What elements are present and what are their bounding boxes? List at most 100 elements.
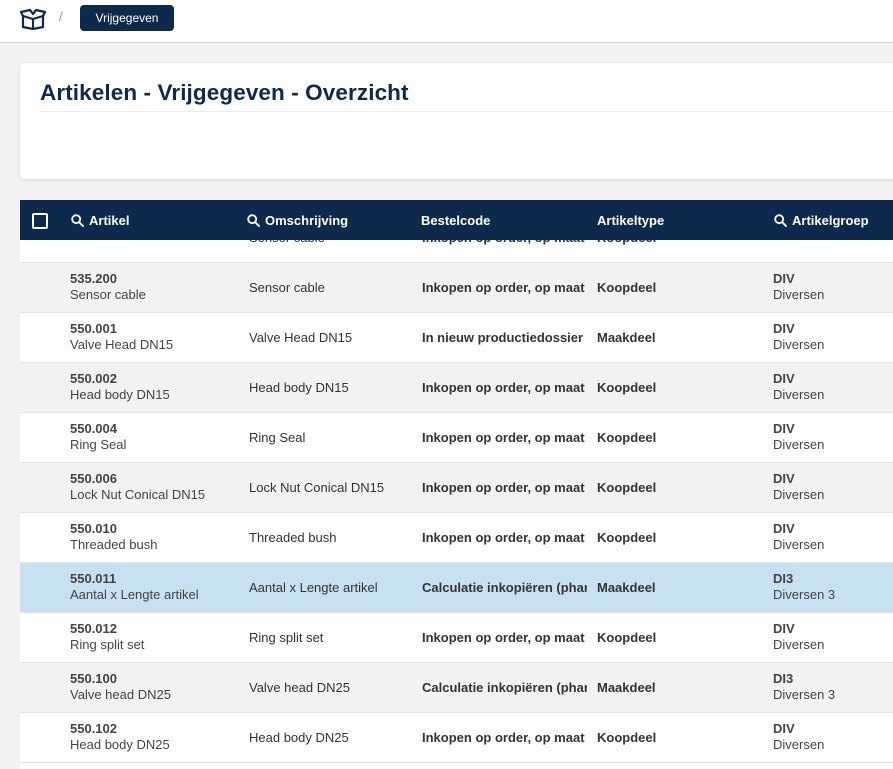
- artikelgroep-cell: DIV Diversen: [773, 421, 893, 453]
- article-name: Head body DN15: [70, 387, 170, 402]
- group-name: Diversen: [773, 437, 825, 452]
- table-row[interactable]: 550.006 Lock Nut Conical DN15 Lock Nut Con…: [20, 463, 893, 513]
- article-cell: 550.001 Valve Head DN15: [70, 321, 240, 353]
- artikeltype-cell: Koopdeel: [597, 530, 657, 545]
- article-code: 550.012: [70, 621, 117, 636]
- article-code: 535.200: [70, 271, 117, 286]
- articles-table: Artikel Omschrijving Bestelcode Artikelt…: [20, 200, 893, 769]
- article-name: Sensor cable: [70, 287, 146, 302]
- article-cell: 535.200 Sensor cable: [70, 271, 240, 303]
- artikeltype-cell: Koopdeel: [597, 730, 657, 745]
- group-name: Diversen: [773, 737, 825, 752]
- table-row[interactable]: 550.011 Aantal x Lengte artikel Aantal x L…: [20, 563, 893, 613]
- search-icon: [71, 213, 84, 227]
- description-cell: Head body DN15: [249, 380, 349, 395]
- group-code: DI3: [773, 671, 794, 686]
- article-name: Valve Head DN15: [70, 337, 174, 352]
- group-name: Diversen: [773, 337, 825, 352]
- table-row[interactable]: 535.200 Sensor cable Sensor cable Inkopen o…: [20, 263, 893, 313]
- article-cell: 550.102 Head body DN25: [70, 721, 240, 753]
- artikeltype-cell: Koopdeel: [597, 240, 747, 262]
- group-code: DIV: [773, 321, 795, 336]
- page-title: Artikelen - Vrijgegeven - Overzicht: [40, 80, 409, 105]
- bestelcode-cell: Calculatie inkopiëren (phanto: [422, 580, 587, 595]
- column-header-artikeltype[interactable]: Artikeltype: [597, 200, 664, 240]
- article-name: Ring Seal: [70, 437, 127, 452]
- article-name: Threaded bush: [70, 537, 158, 552]
- artikelgroep-cell: DIV Diversen: [773, 721, 893, 753]
- search-icon: [247, 213, 260, 227]
- article-code: 550.006: [70, 471, 117, 486]
- article-cell: 550.011 Aantal x Lengte artikel: [70, 571, 240, 603]
- column-label: Artikelgroep: [792, 212, 869, 228]
- article-cell: 550.100 Valve head DN25: [70, 671, 240, 703]
- page-header-card: Artikelen - Vrijgegeven - Overzicht: [20, 63, 893, 179]
- column-label: Artikeltype: [597, 212, 665, 228]
- group-name: Diversen 3: [773, 687, 836, 702]
- artikeltype-cell: Koopdeel: [597, 430, 657, 445]
- column-label: Bestelcode: [421, 212, 491, 228]
- select-all-checkbox[interactable]: [32, 213, 48, 229]
- article-code: 550.102: [70, 721, 117, 736]
- column-header-artikelgroep[interactable]: Artikelgroep: [774, 200, 869, 240]
- article-cell: 550.012 Ring split set: [70, 621, 240, 653]
- description-cell: Sensor cable: [249, 240, 414, 262]
- table-row[interactable]: 550.100 Valve head DN25 Valve head DN25 Cal…: [20, 663, 893, 713]
- table-header: Artikel Omschrijving Bestelcode Artikelt…: [20, 200, 893, 240]
- table-row[interactable]: 550.001 Valve Head DN15 Valve Head DN15 In …: [20, 313, 893, 363]
- bestelcode-cell: Inkopen op order, op maat: [422, 480, 585, 495]
- article-name: Valve head DN25: [70, 687, 171, 702]
- column-header-artikel[interactable]: Artikel: [71, 200, 129, 240]
- bestelcode-cell: Inkopen op order, op maat: [422, 530, 585, 545]
- table-row[interactable]: 550.012 Ring split set Ring split set Inkop…: [20, 613, 893, 663]
- breadcrumb-separator: /: [59, 9, 63, 24]
- table-row[interactable]: Sensor cableSensor cableInkopen op order…: [20, 240, 893, 263]
- group-code: DIV: [773, 371, 795, 386]
- table-row[interactable]: 550.010 Threaded bush Threaded bush Inkopen…: [20, 513, 893, 563]
- top-bar: / Vrijgegeven: [0, 0, 893, 43]
- title-divider: [40, 111, 893, 112]
- group-name: Diversen: [773, 287, 825, 302]
- group-code: DIV: [773, 621, 795, 636]
- description-cell: Sensor cable: [249, 280, 325, 295]
- group-code: DIV: [773, 271, 795, 286]
- article-code: 550.011: [70, 571, 117, 586]
- article-name: Ring split set: [70, 637, 145, 652]
- column-header-bestelcode[interactable]: Bestelcode: [421, 200, 490, 240]
- group-name: Diversen 3: [773, 587, 836, 602]
- table-row[interactable]: 550.102 Head body DN25 Head body DN25 Inkop…: [20, 713, 893, 763]
- artikelgroep-cell: DIV Diversen: [773, 371, 893, 403]
- bestelcode-cell: In nieuw productiedossier pr: [422, 330, 587, 345]
- column-label: Artikel: [89, 212, 130, 228]
- artikeltype-cell: Koopdeel: [597, 630, 657, 645]
- group-name: Diversen: [773, 537, 825, 552]
- artikelgroep-cell: DIV Diversen: [773, 271, 893, 303]
- table-row[interactable]: 550.002 Head body DN15 Head body DN15 Inkop…: [20, 363, 893, 413]
- bestelcode-cell: Inkopen op order, op maat: [422, 730, 585, 745]
- column-header-omschrijving[interactable]: Omschrijving: [247, 200, 348, 240]
- article-name: Aantal x Lengte artikel: [70, 587, 199, 602]
- breadcrumb-vrijgegeven-button[interactable]: Vrijgegeven: [80, 5, 174, 31]
- article-code: 550.100: [70, 671, 117, 686]
- group-name: Diversen: [773, 637, 825, 652]
- artikeltype-cell: Maakdeel: [597, 680, 656, 695]
- table-body: Sensor cable Sensor cable Inkopen op order…: [20, 240, 893, 769]
- artikeltype-cell: Maakdeel: [597, 580, 656, 595]
- description-cell: Lock Nut Conical DN15: [249, 480, 385, 495]
- table-row[interactable]: 550.004 Ring Seal Ring Seal Inkopen op orde…: [20, 413, 893, 463]
- group-code: DIV: [773, 471, 795, 486]
- table-rows: Sensor cable Sensor cable Inkopen op order…: [20, 240, 893, 763]
- article-code: 550.004: [70, 421, 117, 436]
- group-code: DI3: [773, 571, 794, 586]
- bestelcode-cell: Inkopen op order, op maat: [422, 630, 585, 645]
- article-code: 550.002: [70, 371, 117, 386]
- open-box-icon[interactable]: [20, 8, 46, 30]
- article-cell: 550.010 Threaded bush: [70, 521, 240, 553]
- description-cell: Ring Seal: [249, 430, 306, 445]
- artikelgroep-cell: DIV Diversen: [773, 621, 893, 653]
- artikelgroep-cell: DI3 Diversen 3: [773, 671, 893, 703]
- group-code: DIV: [773, 721, 795, 736]
- description-cell: Threaded bush: [249, 530, 337, 545]
- description-cell: Ring split set: [249, 630, 324, 645]
- article-name: Head body DN25: [70, 737, 170, 752]
